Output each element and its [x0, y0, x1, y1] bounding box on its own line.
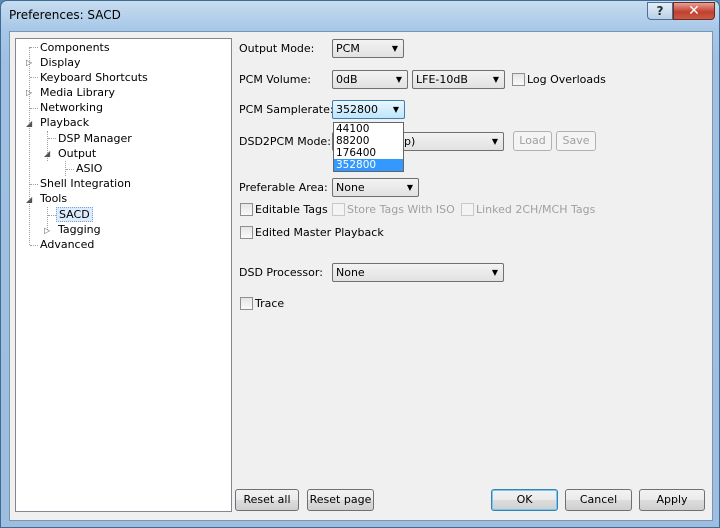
chevron-down-icon: ▼	[395, 75, 402, 84]
samplerate-dropdown-list[interactable]: 44100 88200 176400 352800	[333, 122, 404, 172]
log-overloads-checkbox[interactable]	[512, 73, 525, 86]
pcm-samplerate-select[interactable]: 352800 ▼	[332, 100, 405, 119]
preferable-area-label: Preferable Area:	[239, 181, 328, 194]
chevron-down-icon: ▼	[406, 183, 413, 192]
collapse-arrow-icon[interactable]: ◢	[44, 149, 50, 158]
pcm-volume-select[interactable]: 0dB ▼	[332, 70, 408, 89]
dsd-processor-select[interactable]: None ▼	[332, 263, 504, 282]
tree-line	[30, 184, 38, 185]
chevron-down-icon: ▼	[492, 75, 499, 84]
save-button[interactable]: Save	[556, 131, 596, 151]
trace-label: Trace	[255, 297, 285, 310]
chevron-down-icon: ▼	[491, 137, 498, 146]
dialog-client-area: ▷ ▷ ◢ ◢ ◢ ▷ Components Display Keyboard …	[9, 31, 713, 521]
chevron-down-icon: ▼	[391, 44, 398, 53]
chevron-down-icon: ▼	[491, 268, 498, 277]
help-icon: ?	[656, 4, 664, 18]
cancel-button[interactable]: Cancel	[565, 489, 632, 511]
preferences-tree[interactable]: ▷ ▷ ◢ ◢ ◢ ▷ Components Display Keyboard …	[15, 38, 232, 512]
preferences-window: Preferences: SACD ? ✕ ▷ ▷ ◢ ◢ ◢ ▷ Compon…	[0, 0, 720, 528]
tree-item-components[interactable]: Components	[40, 40, 110, 55]
samplerate-option[interactable]: 176400	[334, 147, 403, 159]
tree-item-output[interactable]: Output	[58, 146, 96, 161]
pcm-volume-label: PCM Volume:	[239, 73, 311, 86]
tree-item-advanced[interactable]: Advanced	[40, 237, 94, 252]
samplerate-option[interactable]: 88200	[334, 135, 403, 147]
samplerate-option[interactable]: 44100	[334, 123, 403, 135]
store-tags-checkbox[interactable]	[332, 203, 345, 216]
expand-arrow-icon[interactable]: ▷	[44, 226, 50, 235]
collapse-arrow-icon[interactable]: ◢	[26, 119, 32, 128]
help-button[interactable]: ?	[647, 2, 673, 20]
tree-line	[30, 77, 38, 78]
chevron-down-icon: ▼	[392, 105, 399, 114]
tree-item-sacd[interactable]: SACD	[56, 207, 93, 222]
close-button[interactable]: ✕	[673, 2, 715, 20]
tree-line	[48, 215, 56, 216]
output-mode-label: Output Mode:	[239, 42, 315, 55]
tree-line	[30, 108, 38, 109]
edited-master-checkbox[interactable]	[240, 226, 253, 239]
tree-line	[48, 138, 56, 139]
tree-item-tools[interactable]: Tools	[40, 191, 67, 206]
tree-line	[30, 245, 38, 246]
close-icon: ✕	[688, 3, 700, 19]
trace-checkbox[interactable]	[240, 297, 253, 310]
tree-item-tagging[interactable]: Tagging	[58, 222, 101, 237]
tree-item-dsp-manager[interactable]: DSP Manager	[58, 131, 132, 146]
edited-master-label: Edited Master Playback	[255, 226, 384, 239]
reset-page-button[interactable]: Reset page	[307, 489, 374, 511]
dsd-processor-label: DSD Processor:	[239, 266, 323, 279]
apply-button[interactable]: Apply	[639, 489, 705, 511]
ok-button[interactable]: OK	[491, 489, 558, 511]
output-mode-select[interactable]: PCM ▼	[332, 39, 404, 58]
expand-arrow-icon[interactable]: ▷	[26, 88, 32, 97]
editable-tags-label: Editable Tags	[255, 203, 328, 216]
dsd2pcm-mode-label: DSD2PCM Mode:	[239, 135, 331, 148]
tree-item-shell-integration[interactable]: Shell Integration	[40, 176, 131, 191]
tree-item-keyboard-shortcuts[interactable]: Keyboard Shortcuts	[40, 70, 148, 85]
tree-line	[30, 47, 38, 48]
load-button[interactable]: Load	[513, 131, 552, 151]
expand-arrow-icon[interactable]: ▷	[26, 58, 32, 67]
tree-item-media-library[interactable]: Media Library	[40, 85, 115, 100]
tree-item-playback[interactable]: Playback	[40, 115, 89, 130]
editable-tags-checkbox[interactable]	[240, 203, 253, 216]
store-tags-label: Store Tags With ISO	[347, 203, 455, 216]
linked-tags-label: Linked 2CH/MCH Tags	[476, 203, 596, 216]
samplerate-option-selected[interactable]: 352800	[334, 159, 403, 171]
window-title: Preferences: SACD	[9, 8, 121, 22]
linked-tags-checkbox[interactable]	[461, 203, 474, 216]
tree-line	[66, 169, 74, 170]
collapse-arrow-icon[interactable]: ◢	[26, 195, 32, 204]
pcm-samplerate-label: PCM Samplerate:	[239, 103, 334, 116]
tree-item-networking[interactable]: Networking	[40, 100, 103, 115]
tree-item-display[interactable]: Display	[40, 55, 81, 70]
reset-all-button[interactable]: Reset all	[235, 489, 299, 511]
lfe-select[interactable]: LFE-10dB ▼	[412, 70, 505, 89]
log-overloads-label: Log Overloads	[527, 73, 606, 86]
tree-item-asio[interactable]: ASIO	[76, 161, 102, 176]
preferable-area-select[interactable]: None ▼	[332, 178, 419, 197]
